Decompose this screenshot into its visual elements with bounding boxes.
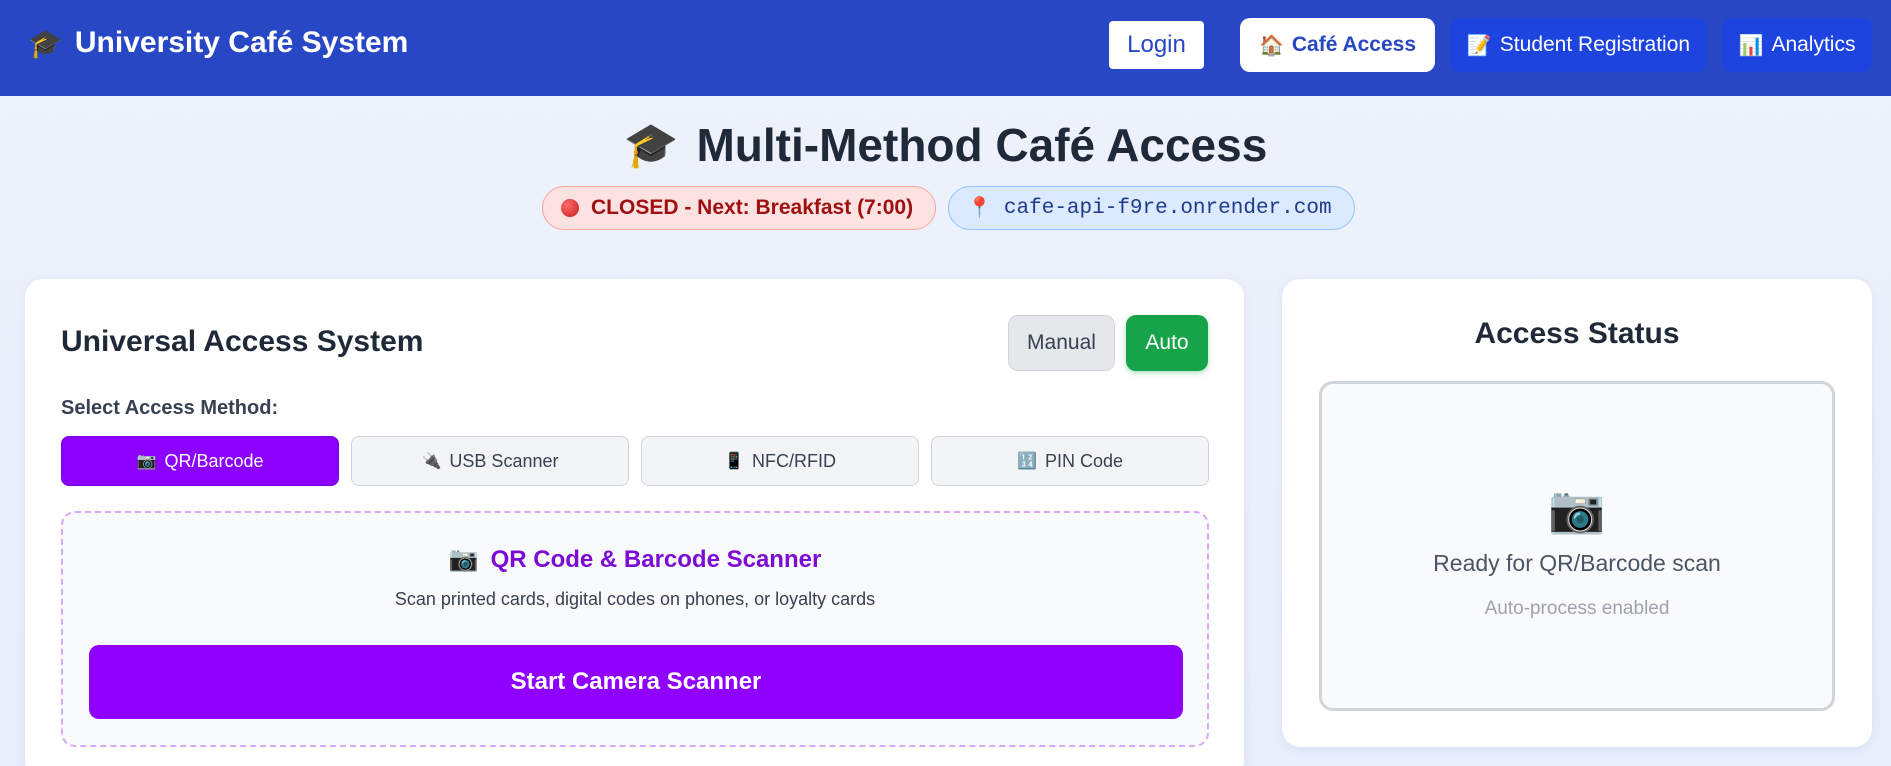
cafe-status-badge: CLOSED - Next: Breakfast (7:00) xyxy=(542,186,936,230)
status-panel: 📷 Ready for QR/Barcode scan Auto-process… xyxy=(1319,381,1835,711)
access-status-card: Access Status 📷 Ready for QR/Barcode sca… xyxy=(1282,279,1872,747)
nav-tab-analytics[interactable]: 📊 Analytics xyxy=(1722,18,1872,72)
graduation-cap-icon: 🎓 xyxy=(623,121,679,170)
numbers-icon: 🔢 xyxy=(1017,453,1037,470)
house-icon: 🏠 xyxy=(1258,34,1284,57)
scanner-subtitle: Scan printed cards, digital codes on pho… xyxy=(394,589,876,609)
nav-tab-cafe-access[interactable]: 🏠 Café Access xyxy=(1240,18,1435,72)
camera-icon: 📷 xyxy=(448,546,479,573)
memo-icon: 📝 xyxy=(1466,34,1492,57)
usb-icon: 🔌 xyxy=(421,453,442,470)
camera-icon: 📷 xyxy=(136,453,157,470)
cafe-status-text: CLOSED - Next: Breakfast (7:00) xyxy=(591,196,914,219)
method-label: Select Access Method: xyxy=(61,397,279,419)
method-label-text: QR/Barcode xyxy=(164,450,264,471)
camera-icon: 📷 xyxy=(1548,483,1606,535)
page-title: 🎓 Multi-Method Café Access xyxy=(0,118,1891,172)
method-nfc-rfid[interactable]: 📱 NFC/RFID xyxy=(641,436,919,486)
nav-tab-label: Student Registration xyxy=(1499,33,1691,56)
manual-mode-button[interactable]: Manual xyxy=(1008,315,1115,371)
login-button[interactable]: Login xyxy=(1109,21,1204,69)
brand-title: University Café System xyxy=(74,26,409,59)
nav-tab-label: Analytics xyxy=(1771,33,1856,56)
method-usb-scanner[interactable]: 🔌 USB Scanner xyxy=(351,436,629,486)
red-circle-icon xyxy=(561,199,579,217)
method-label-text: PIN Code xyxy=(1044,450,1123,471)
graduation-cap-icon: 🎓 xyxy=(28,27,63,59)
access-card: Universal Access System Manual Auto Sele… xyxy=(25,279,1244,766)
phone-icon: 📱 xyxy=(724,453,744,470)
api-host-text: cafe-api-f9re.onrender.com xyxy=(1003,196,1332,220)
page-title-text: Multi-Method Café Access xyxy=(696,119,1268,171)
auto-mode-button[interactable]: Auto xyxy=(1126,315,1208,371)
bar-chart-icon: 📊 xyxy=(1738,34,1764,57)
access-status-title: Access Status xyxy=(1474,317,1680,350)
status-submessage: Auto-process enabled xyxy=(1484,598,1670,619)
access-card-title: Universal Access System xyxy=(61,325,424,358)
nav-tab-student-registration[interactable]: 📝 Student Registration xyxy=(1450,18,1707,72)
scanner-title: 📷 QR Code & Barcode Scanner xyxy=(63,545,1207,574)
start-camera-scanner-button[interactable]: Start Camera Scanner xyxy=(89,645,1183,719)
top-navbar: 🎓 University Café System Login 🏠 Café Ac… xyxy=(0,0,1891,96)
method-label-text: NFC/RFID xyxy=(751,450,836,471)
api-host-badge: 📍 cafe-api-f9re.onrender.com xyxy=(948,186,1355,230)
scanner-panel: 📷 QR Code & Barcode Scanner Scan printed… xyxy=(61,511,1209,747)
scanner-title-text: QR Code & Barcode Scanner xyxy=(490,545,822,573)
method-qr-barcode[interactable]: 📷 QR/Barcode xyxy=(61,436,339,486)
brand[interactable]: 🎓 University Café System xyxy=(28,26,408,60)
method-label-text: USB Scanner xyxy=(449,450,559,471)
method-pin-code[interactable]: 🔢 PIN Code xyxy=(931,436,1209,486)
pin-icon: 📍 xyxy=(967,198,992,221)
status-message: Ready for QR/Barcode scan xyxy=(1433,550,1721,576)
nav-tab-label: Café Access xyxy=(1291,33,1417,56)
